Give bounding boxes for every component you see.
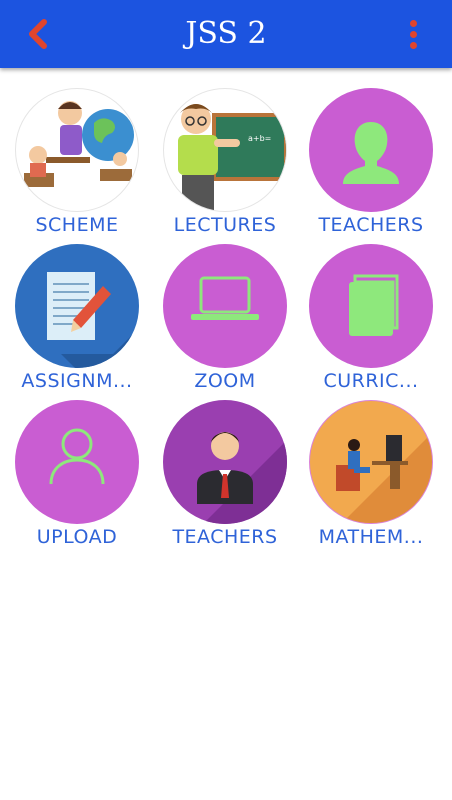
tile-label: SCHEME [35,214,119,236]
tile-teachers[interactable]: TEACHERS [306,88,436,236]
assignment-icon-circle [15,244,139,368]
user-outline-icon [49,428,105,485]
more-options-icon[interactable] [400,16,428,52]
tile-lectures[interactable]: a+b= LECTURES [160,88,290,236]
tile-label: UPLOAD [36,526,118,548]
lectures-image: a+b= [163,88,287,212]
curriculum-icon-circle [309,244,433,368]
tile-teachers-2[interactable]: TEACHERS [160,400,290,548]
page-title: JSS 2 [185,16,267,51]
businessman-icon [197,432,287,524]
tile-label: TEACHERS [318,214,424,236]
mathematics-icon-circle [309,400,433,524]
tile-mathematics[interactable]: MATHEM... [306,400,436,548]
app-bar: JSS 2 [0,0,452,68]
document-pencil-icon [47,272,139,368]
tile-zoom[interactable]: ZOOM [160,244,290,392]
tile-upload[interactable]: UPLOAD [12,400,142,548]
tile-scheme[interactable]: SCHEME [12,88,142,236]
tile-label: CURRIC... [323,370,419,392]
upload-icon-circle [15,400,139,524]
tile-curriculum[interactable]: CURRIC... [306,244,436,392]
laptop-icon [191,276,259,320]
tile-assignment[interactable]: ASSIGNM... [12,244,142,392]
person-silhouette-icon [343,122,399,184]
svg-text:a+b=: a+b= [248,134,271,143]
teachers-2-icon-circle [163,400,287,524]
tile-label: ZOOM [194,370,256,392]
tile-label: LECTURES [173,214,277,236]
scheme-image [15,88,139,212]
teachers-icon-circle [309,88,433,212]
book-icon [349,274,399,336]
person-at-computer-icon [336,433,432,523]
tile-label: ASSIGNM... [21,370,133,392]
zoom-icon-circle [163,244,287,368]
tile-label: MATHEM... [318,526,424,548]
tile-label: TEACHERS [172,526,278,548]
